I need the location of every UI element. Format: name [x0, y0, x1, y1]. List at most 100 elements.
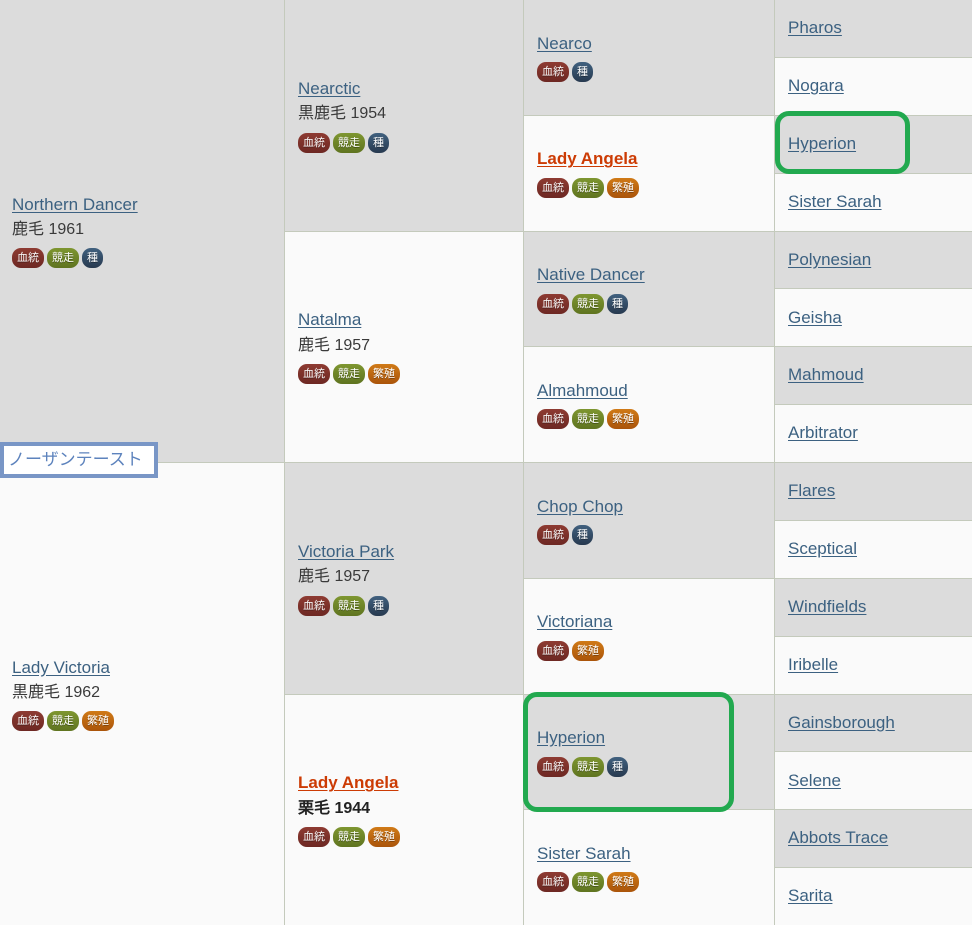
broodmare-badge[interactable]: 繁殖 — [607, 409, 639, 430]
racing-badge[interactable]: 競走 — [333, 827, 365, 848]
broodmare-badge[interactable]: 繁殖 — [368, 364, 400, 385]
horse-name-line: Chop Chop — [537, 496, 760, 518]
horse-name-link[interactable]: Abbots Trace — [788, 828, 888, 847]
horse-name-link[interactable]: Arbitrator — [788, 423, 858, 442]
pedigree-badge[interactable]: 血統 — [537, 872, 569, 893]
pedigree-cell: Geisha — [775, 289, 972, 348]
racing-badge[interactable]: 競走 — [333, 595, 365, 616]
badge-row: 血統 競走 繁殖 — [12, 711, 270, 732]
horse-name-line: Lady Victoria — [12, 657, 270, 679]
horse-name-link[interactable]: Hyperion — [788, 134, 856, 153]
pedigree-cell: Lady Angela 栗毛 1944 血統 競走 繁殖 — [285, 694, 523, 925]
horse-name-link[interactable]: Lady Angela — [537, 149, 637, 168]
pedigree-cell: Natalma 鹿毛 1957 血統 競走 繁殖 — [285, 231, 523, 463]
horse-coat-and-year: 鹿毛 1957 — [298, 336, 371, 354]
horse-name-link[interactable]: Sister Sarah — [788, 192, 882, 211]
badge-row: 血統 競走種 — [537, 756, 760, 777]
broodmare-badge[interactable]: 繁殖 — [572, 640, 604, 661]
horse-name-link[interactable]: Native Dancer — [537, 265, 645, 284]
horse-name-link[interactable]: Sister Sarah — [537, 844, 631, 863]
pedigree-cell: Almahmoud 血統 競走 繁殖 — [524, 347, 774, 463]
pedigree-badge[interactable]: 血統 — [537, 525, 569, 546]
horse-coat-and-year: 鹿毛 1961 — [12, 221, 85, 239]
horse-name-link[interactable]: Almahmoud — [537, 381, 628, 400]
horse-name-link[interactable]: Victoriana — [537, 612, 612, 631]
racing-badge[interactable]: 競走 — [572, 756, 604, 777]
racing-badge[interactable]: 競走 — [572, 409, 604, 430]
broodmare-badge[interactable]: 繁殖 — [82, 711, 114, 732]
racing-badge[interactable]: 競走 — [333, 364, 365, 385]
horse-name-line: Polynesian — [788, 249, 958, 271]
racing-badge[interactable]: 競走 — [572, 872, 604, 893]
stallion-badge[interactable]: 種 — [572, 62, 593, 83]
horse-coat-and-year: 鹿毛 1957 — [298, 568, 371, 586]
horse-name-link[interactable]: Flares — [788, 481, 835, 500]
horse-name-link[interactable]: Mahmoud — [788, 365, 864, 384]
broodmare-badge[interactable]: 繁殖 — [607, 872, 639, 893]
horse-name-link[interactable]: Hyperion — [537, 728, 605, 747]
stallion-badge[interactable]: 種 — [607, 756, 628, 777]
horse-name-link[interactable]: Geisha — [788, 308, 842, 327]
stallion-badge[interactable]: 種 — [82, 248, 103, 269]
horse-name-line: Nogara — [788, 75, 958, 97]
horse-name-link[interactable]: Gainsborough — [788, 713, 895, 732]
horse-name-link[interactable]: Pharos — [788, 18, 842, 37]
horse-name-link[interactable]: Nearco — [537, 34, 592, 53]
horse-name-line: Abbots Trace — [788, 827, 958, 849]
broodmare-badge[interactable]: 繁殖 — [607, 177, 639, 198]
pedigree-badge[interactable]: 血統 — [298, 364, 330, 385]
horse-name-line: Hyperion — [537, 727, 760, 749]
pedigree-badge[interactable]: 血統 — [537, 293, 569, 314]
badge-row: 血統 繁殖 — [537, 640, 760, 661]
badge-row: 血統 競走種 — [537, 293, 760, 314]
broodmare-badge[interactable]: 繁殖 — [368, 827, 400, 848]
horse-name-link[interactable]: Polynesian — [788, 250, 871, 269]
pedigree-cell: Chop Chop 血統種 — [524, 463, 774, 579]
stallion-badge[interactable]: 種 — [607, 293, 628, 314]
horse-name-link[interactable]: Windfields — [788, 597, 866, 616]
horse-name-link[interactable]: Selene — [788, 771, 841, 790]
horse-name-line: Almahmoud — [537, 380, 760, 402]
pedigree-cell: Flares — [775, 463, 972, 521]
stallion-badge[interactable]: 種 — [368, 595, 389, 616]
pedigree-badge[interactable]: 血統 — [12, 711, 44, 732]
racing-badge[interactable]: 競走 — [572, 293, 604, 314]
horse-name-link[interactable]: Sceptical — [788, 539, 857, 558]
pedigree-cell: Hyperion — [775, 115, 972, 174]
pedigree-badge[interactable]: 血統 — [12, 248, 44, 269]
pedigree-cell: Lady Victoria 黒鹿毛 1962 血統 競走 繁殖 — [0, 463, 284, 925]
stallion-badge[interactable]: 種 — [368, 132, 389, 153]
pedigree-badge[interactable]: 血統 — [537, 62, 569, 83]
pedigree-cell: Victoriana 血統 繁殖 — [524, 578, 774, 695]
pedigree-badge[interactable]: 血統 — [537, 409, 569, 430]
stallion-badge[interactable]: 種 — [572, 525, 593, 546]
horse-name-line: Sceptical — [788, 538, 958, 560]
horse-name-link[interactable]: Sarita — [788, 886, 832, 905]
pedigree-badge[interactable]: 血統 — [537, 756, 569, 777]
horse-name-link[interactable]: Natalma — [298, 310, 361, 329]
horse-name-line: Sister Sarah — [537, 843, 760, 865]
racing-badge[interactable]: 競走 — [572, 177, 604, 198]
pedigree-badge[interactable]: 血統 — [298, 132, 330, 153]
horse-name-link[interactable]: Iribelle — [788, 655, 838, 674]
badge-row: 血統 競走 繁殖 — [537, 872, 760, 893]
pedigree-badge[interactable]: 血統 — [298, 595, 330, 616]
horse-name-line: Arbitrator — [788, 422, 958, 444]
horse-name-link[interactable]: Nearctic — [298, 79, 360, 98]
racing-badge[interactable]: 競走 — [47, 248, 79, 269]
pedigree-cell: Arbitrator — [775, 405, 972, 463]
horse-name-link[interactable]: Lady Victoria — [12, 658, 110, 677]
horse-name-link[interactable]: Nogara — [788, 76, 844, 95]
pedigree-badge[interactable]: 血統 — [537, 640, 569, 661]
pedigree-badge[interactable]: 血統 — [537, 177, 569, 198]
pedigree-cell: Native Dancer 血統 競走種 — [524, 231, 774, 348]
pedigree-badge[interactable]: 血統 — [298, 827, 330, 848]
horse-name-link[interactable]: Victoria Park — [298, 542, 394, 561]
racing-badge[interactable]: 競走 — [333, 132, 365, 153]
racing-badge[interactable]: 競走 — [47, 711, 79, 732]
horse-name-link[interactable]: Chop Chop — [537, 497, 623, 516]
horse-name-link[interactable]: Northern Dancer — [12, 195, 138, 214]
generation-4-column: Pharos Nogara Hyperion Sister Sarah Polynesi… — [775, 0, 972, 925]
horse-name-link[interactable]: Lady Angela — [298, 773, 398, 792]
badge-row: 血統 競走 繁殖 — [298, 364, 509, 385]
